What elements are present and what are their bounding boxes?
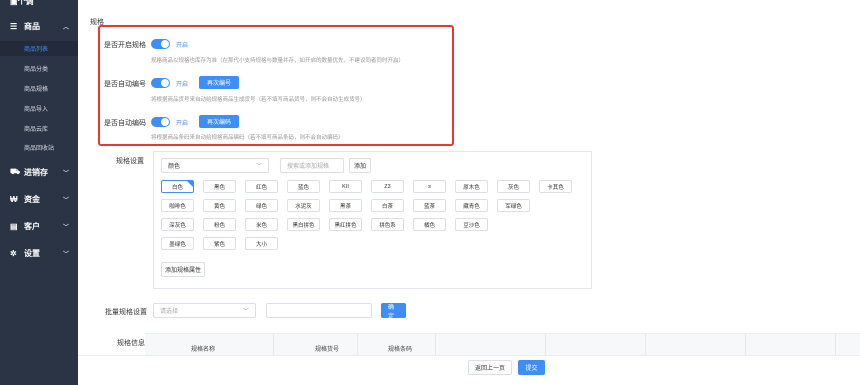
spec-chip[interactable]: 米色: [245, 218, 278, 231]
chevron-down-icon: ﹀: [62, 170, 69, 177]
column-divider: [273, 334, 274, 356]
batch-confirm-button[interactable]: 确定: [381, 303, 406, 320]
column-header: 规格条码: [388, 347, 413, 353]
spec-settings-label: 规格设置: [116, 158, 144, 165]
sidebar-item-goods-list[interactable]: 商品列表: [0, 41, 78, 56]
truck-icon: ⛟: [10, 167, 21, 176]
spec-chip[interactable]: 紫色: [203, 237, 236, 250]
chevron-down-icon: ﹀: [255, 164, 262, 170]
spec-chip[interactable]: 橘色: [413, 218, 446, 231]
sidebar-group-label: 设置: [24, 248, 40, 258]
spec-chip[interactable]: 蓝茶: [413, 199, 446, 212]
sidebar-group-settings[interactable]: ✲ 设置 ﹀: [0, 244, 78, 262]
spec-chip[interactable]: 白茶: [371, 199, 404, 212]
sidebar-group-goods[interactable]: ☰ 商品 ︿: [0, 17, 78, 35]
spec-chip[interactable]: Z3: [371, 180, 404, 193]
column-divider: [645, 334, 646, 356]
spec-type-value: 颜色: [168, 164, 181, 170]
gear-icon: ✲: [10, 248, 17, 258]
spec-chip[interactable]: s: [413, 180, 446, 193]
spec-chip[interactable]: 灰色: [497, 180, 530, 193]
sidebar-item-goods-category[interactable]: 商品分类: [0, 61, 78, 76]
spec-chip[interactable]: 黄色: [203, 199, 236, 212]
chevron-down-icon: ﹀: [62, 251, 69, 258]
sidebar-item-goods-recycle[interactable]: 商品回收站: [0, 140, 78, 155]
column-divider: [435, 334, 436, 356]
id-card-icon: ▤: [10, 221, 18, 231]
chevron-down-icon: ﹀: [62, 197, 69, 204]
spec-chip[interactable]: 黑色: [203, 180, 236, 193]
spec-chip[interactable]: 原木色: [455, 180, 488, 193]
spec-chip[interactable]: 绿色: [245, 199, 278, 212]
home-icon: ▣: [10, 0, 18, 6]
spec-chip[interactable]: 水泥灰: [287, 199, 320, 212]
list-icon: ☰: [10, 21, 18, 31]
spec-chip[interactable]: 豆沙色: [455, 218, 488, 231]
column-divider: [545, 334, 546, 356]
submit-button[interactable]: 提交: [518, 360, 545, 375]
sidebar-group-label: 商品: [24, 21, 40, 31]
spec-chip[interactable]: 咖啡色: [161, 199, 194, 212]
sidebar-group-customer[interactable]: ▤ 客户 ﹀: [0, 217, 78, 235]
sidebar: ▣ 个调 ☰ 商品 ︿ 商品列表 商品分类 商品规格 商品导入 商品云库 商品回…: [0, 0, 78, 385]
chevron-down-icon: ﹀: [242, 309, 249, 315]
batch-select[interactable]: 请选择 ﹀: [153, 303, 256, 318]
spec-chip[interactable]: 墨绿色: [161, 237, 194, 250]
sidebar-item-goods-spec[interactable]: 商品规格: [0, 81, 78, 96]
spec-chip[interactable]: 黑茶: [329, 199, 362, 212]
sidebar-group-label: 资金: [24, 194, 40, 204]
spec-chip[interactable]: 黑红拼色: [329, 218, 362, 231]
column-header: 规格名称: [191, 347, 216, 353]
spec-type-select[interactable]: 颜色 ﹀: [161, 158, 269, 173]
spec-chip[interactable]: 大小: [245, 237, 278, 250]
sidebar-item-goods-import[interactable]: 商品导入: [0, 101, 78, 116]
spec-chip[interactable]: 粉色: [203, 218, 236, 231]
spec-chip[interactable]: 拼色系: [371, 218, 404, 231]
chevron-down-icon: ﹀: [62, 224, 69, 231]
column-header: 规格货号: [315, 347, 340, 353]
column-divider: [357, 334, 358, 356]
spec-chip[interactable]: 白色: [161, 180, 194, 193]
column-divider: [835, 334, 836, 356]
sidebar-top-item[interactable]: ▣ 个调: [0, 0, 78, 8]
spec-chip[interactable]: 藏青色: [455, 199, 488, 212]
add-spec-button[interactable]: 添加: [349, 158, 371, 173]
spec-chip[interactable]: 黑白拼色: [287, 218, 320, 231]
column-divider: [745, 334, 746, 356]
spec-chip[interactable]: 红色: [245, 180, 278, 193]
spec-chip[interactable]: 蓝色: [287, 180, 320, 193]
sidebar-group-inventory[interactable]: ⛟ 进销存 ﹀: [0, 163, 78, 181]
batch-select-placeholder: 请选择: [160, 309, 179, 315]
batch-value-input[interactable]: [266, 303, 372, 318]
sidebar-group-funds[interactable]: ₩ 资金 ﹀: [0, 190, 78, 208]
sidebar-item-goods-cloud[interactable]: 商品云库: [0, 121, 78, 136]
spec-info-label: 规格信息: [117, 340, 145, 347]
sidebar-group-label: 进销存: [24, 167, 48, 177]
yen-icon: ₩: [10, 194, 18, 204]
spec-info-table-header: 规格名称 规格货号 规格条码: [145, 333, 860, 356]
spec-chip[interactable]: 军绿色: [497, 199, 530, 212]
sidebar-group-label: 客户: [24, 221, 40, 231]
spec-chip[interactable]: KII: [329, 180, 362, 193]
batch-settings-label: 批量规格设置: [105, 309, 147, 316]
back-button[interactable]: 返回上一页: [468, 360, 512, 375]
spec-search-input[interactable]: 搜索或添加规格: [280, 158, 344, 173]
spec-chip[interactable]: 卡其色: [539, 180, 572, 193]
sidebar-top-label: 个调: [17, 0, 34, 6]
chevron-up-icon: ︿: [62, 24, 69, 31]
add-spec-attr-button[interactable]: 添加规格属性: [161, 262, 205, 277]
spec-chip[interactable]: 深灰色: [161, 218, 194, 231]
highlight-box: [98, 25, 454, 146]
